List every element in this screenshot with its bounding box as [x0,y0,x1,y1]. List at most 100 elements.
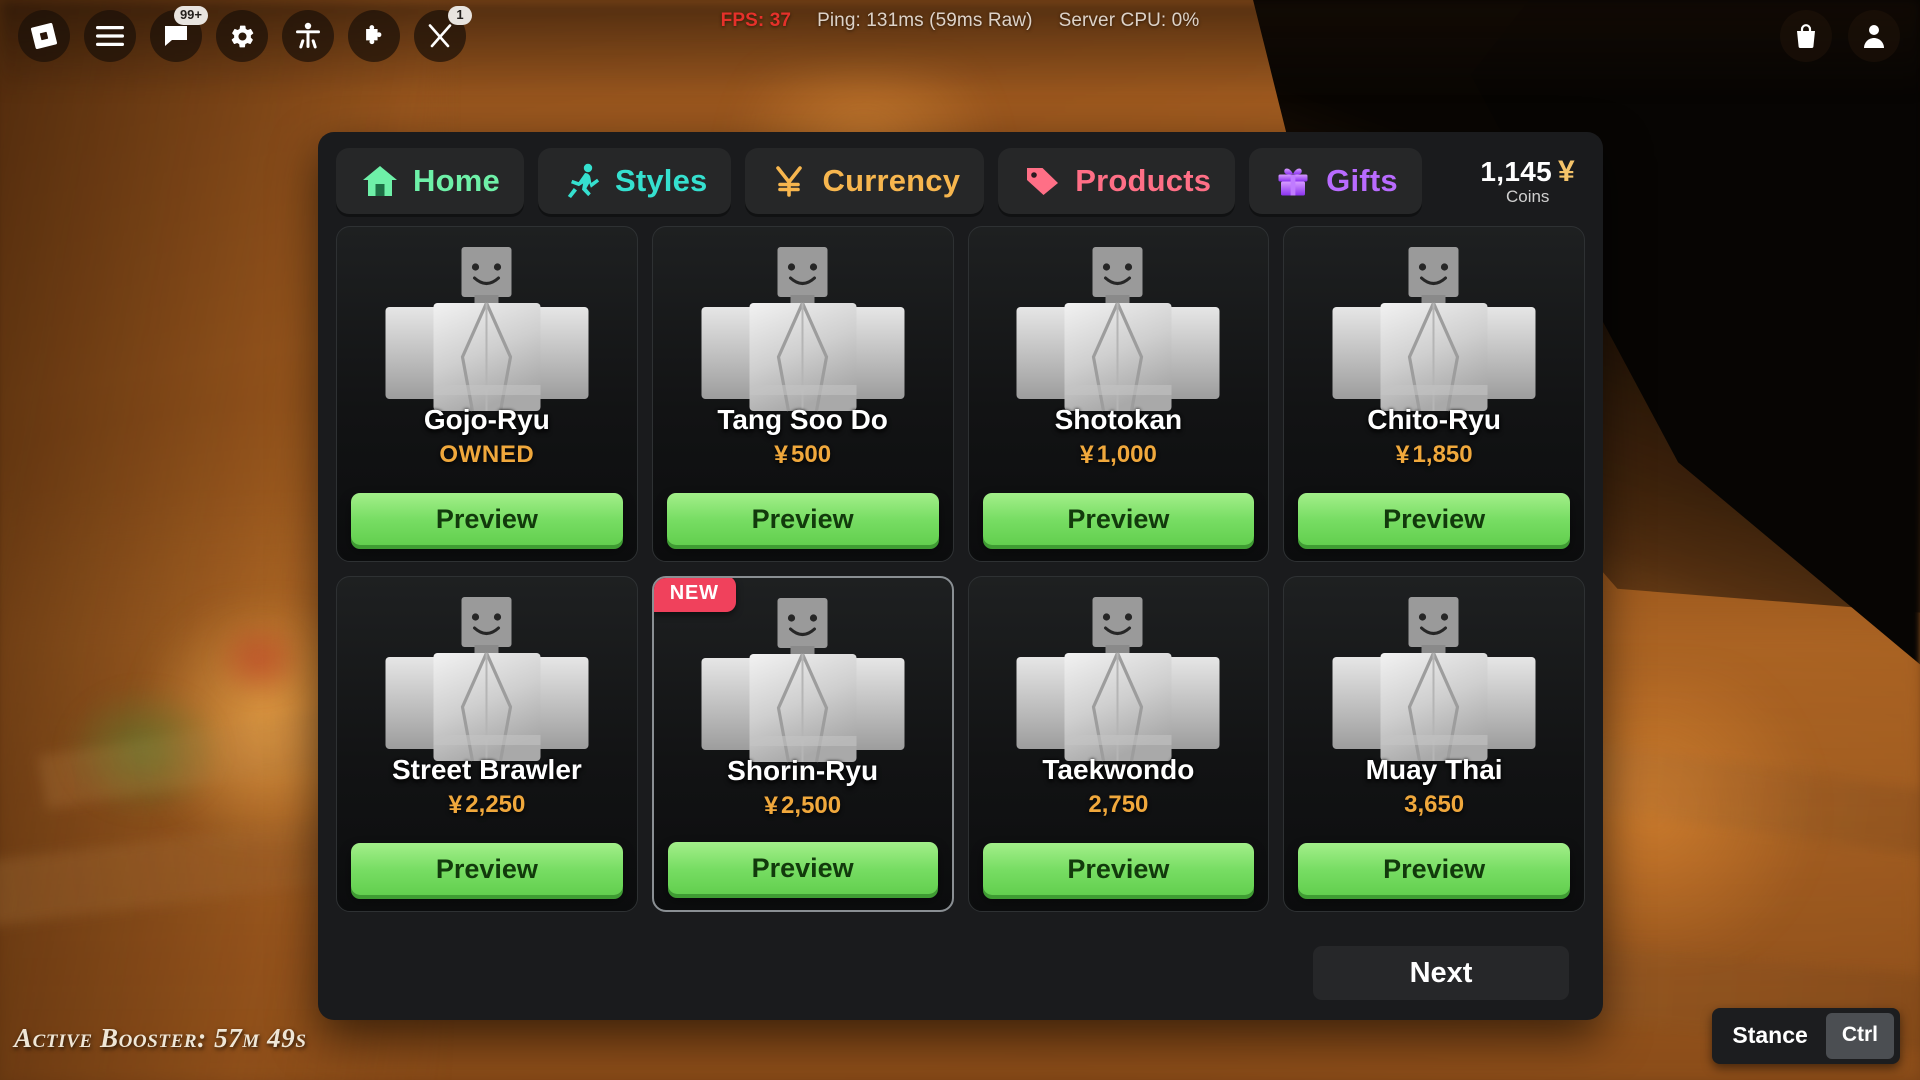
gear-icon [229,23,256,50]
price-tag-icon [1022,161,1062,201]
shop-bag-button[interactable] [1780,10,1832,62]
tab-home-label: Home [413,163,500,198]
avatar-svg [385,597,589,762]
style-avatar-preview [379,245,594,445]
style-card[interactable]: NEW Shorin-Ryu ¥2,500 Preview [651,576,954,912]
coins-amount: 1,145 [1480,156,1552,187]
stance-keybind-label: Stance [1732,1021,1808,1048]
settings-button[interactable] [216,10,268,62]
preview-button[interactable]: Preview [982,493,1255,545]
style-card[interactable]: Chito-Ryu ¥1,850 Preview [1283,226,1585,562]
tab-products-label: Products [1075,163,1212,198]
accessibility-icon [295,22,321,50]
style-card[interactable]: Tang Soo Do ¥500 Preview [651,226,954,562]
style-avatar-preview [695,245,910,445]
tab-products[interactable]: Products [998,148,1236,214]
style-card[interactable]: Shotokan ¥1,000 Preview [967,226,1270,562]
preview-button[interactable]: Preview [351,493,623,545]
avatar-svg [1332,247,1536,412]
crossed-swords-icon [426,22,454,50]
chat-icon [163,24,189,48]
person-icon [1862,23,1886,49]
shop-footer: Next [318,930,1603,1020]
hamburger-icon [96,25,124,47]
roblox-topbar: 99+ 1 [18,6,472,62]
stance-keybind-key[interactable]: Ctrl [1825,1013,1894,1059]
avatar-svg [385,247,589,412]
style-card[interactable]: Taekwondo 2,750 Preview [967,576,1270,912]
styles-grid-wrapper: Gojo-Ryu OWNED Preview Tang Soo Do ¥500 Prev… [318,226,1603,930]
price-currency-symbol: ¥ [1079,440,1094,469]
price-value: 500 [791,441,832,469]
avatar-svg [1016,597,1220,762]
style-price: ¥2,250 [337,791,637,820]
chat-button[interactable]: 99+ [150,6,208,62]
style-avatar-preview [1327,595,1542,795]
tab-currency-label: Currency [822,163,961,198]
preview-button[interactable]: Preview [666,493,939,545]
style-card[interactable]: Muay Thai 3,650 Preview [1283,576,1585,912]
style-avatar-preview [695,596,910,796]
combat-count-badge: 1 [448,6,472,25]
tab-styles[interactable]: Styles [537,148,732,214]
price-currency-symbol: ¥ [448,790,463,819]
tab-gifts[interactable]: Gifts [1249,148,1422,214]
active-booster-text: Active Booster: 57m 49s [14,1023,307,1053]
price-value: 2,250 [465,791,526,819]
style-price: ¥2,500 [654,792,952,821]
new-badge: NEW [653,578,736,612]
preview-button[interactable]: Preview [1298,843,1570,895]
background-red-prop [211,615,308,702]
style-avatar-preview [379,595,594,795]
shopping-bag-icon [1794,23,1818,49]
tab-gifts-label: Gifts [1326,163,1398,198]
tab-styles-label: Styles [614,163,708,198]
roblox-icon [30,22,58,50]
styles-grid: Gojo-Ryu OWNED Preview Tang Soo Do ¥500 Prev… [328,226,1593,912]
style-price: ¥1,850 [1284,441,1584,470]
style-avatar-preview [1327,245,1542,445]
preview-button[interactable]: Preview [1298,493,1570,545]
price-currency-symbol: ¥ [1395,440,1410,469]
gift-icon [1273,161,1313,201]
player-list-button[interactable] [1848,10,1900,62]
avatar-svg [1016,247,1220,412]
coins-currency-symbol: ¥ [1558,155,1575,188]
price-value: 1,850 [1412,441,1473,469]
chat-unread-badge: 99+ [173,6,208,25]
styles-shop-panel: Home Styles Currency Products Gifts 1,14… [318,132,1603,1020]
tab-currency[interactable]: Currency [745,148,985,214]
coins-label: Coins [1505,187,1550,206]
tab-home[interactable]: Home [336,148,524,214]
menu-button[interactable] [84,10,136,62]
style-card[interactable]: Gojo-Ryu OWNED Preview [336,226,638,562]
preview-button[interactable]: Preview [351,843,623,895]
house-icon [360,161,400,201]
preview-button[interactable]: Preview [982,843,1255,895]
shop-nav-bar: Home Styles Currency Products Gifts 1,14… [318,132,1603,226]
preview-button[interactable]: Preview [667,842,938,894]
extensions-button[interactable] [348,10,400,62]
style-price: ¥1,000 [969,441,1269,470]
avatar-svg [701,598,905,763]
price-currency-symbol: ¥ [774,440,789,469]
roblox-topright-bar [1780,10,1900,62]
style-avatar-preview [1011,595,1226,795]
style-card[interactable]: Street Brawler ¥2,250 Preview [336,576,638,912]
avatar-svg [701,247,905,412]
price-currency-symbol: ¥ [764,791,779,820]
price-value: 2,500 [781,792,842,820]
coins-counter: 1,145 ¥ Coins [1480,155,1575,207]
next-page-button[interactable]: Next [1313,946,1569,1000]
karate-kick-icon [562,161,602,201]
combat-button[interactable]: 1 [414,6,472,62]
puzzle-icon [361,23,387,49]
price-value: 1,000 [1096,441,1157,469]
roblox-logo-button[interactable] [18,10,70,62]
accessibility-button[interactable] [282,10,334,62]
style-price: ¥500 [653,441,953,470]
yen-icon [769,161,809,201]
avatar-svg [1332,597,1536,762]
style-avatar-preview [1011,245,1226,445]
stance-keybind[interactable]: Stance Ctrl [1712,1008,1900,1064]
